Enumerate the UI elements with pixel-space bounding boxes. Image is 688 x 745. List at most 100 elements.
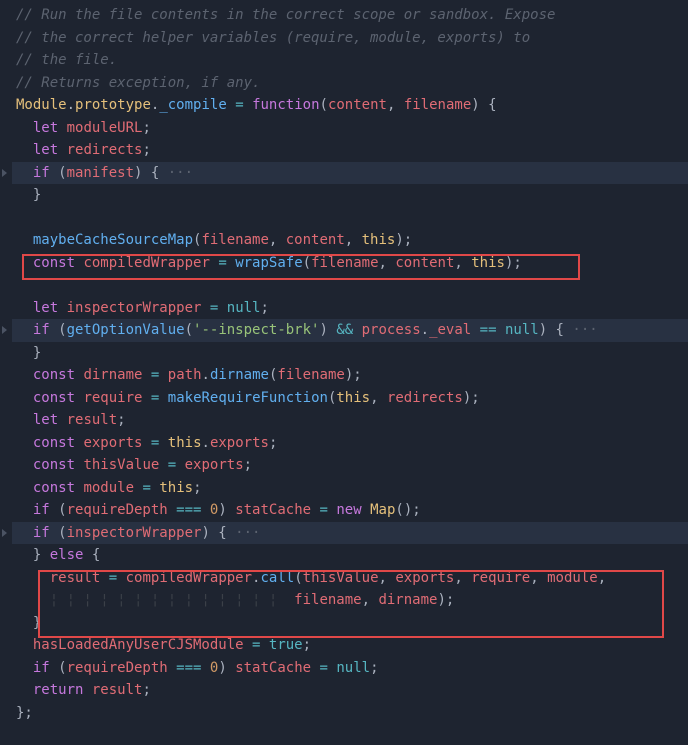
code-token bbox=[201, 502, 209, 518]
code-token: ; bbox=[142, 120, 150, 136]
code-token: thisValue bbox=[303, 570, 379, 586]
code-token: ( bbox=[50, 165, 67, 181]
code-token: require bbox=[471, 570, 530, 586]
code-token: Module bbox=[16, 97, 67, 113]
code-token bbox=[117, 570, 125, 586]
code-token: function bbox=[252, 97, 319, 113]
code-token bbox=[16, 232, 33, 248]
code-token: exports bbox=[395, 570, 454, 586]
code-token: ··· bbox=[227, 525, 261, 541]
code-token: // Run the file contents in the correct … bbox=[16, 7, 555, 23]
code-line: Module.prototype._compile = function(con… bbox=[12, 94, 688, 117]
code-token: const bbox=[33, 255, 75, 271]
code-token: filename bbox=[201, 232, 268, 248]
code-token: ) { bbox=[471, 97, 496, 113]
code-token bbox=[16, 300, 33, 316]
code-token bbox=[159, 457, 167, 473]
code-token: statCache bbox=[235, 660, 311, 676]
code-token bbox=[16, 390, 33, 406]
code-token: const bbox=[33, 435, 75, 451]
code-line: ¦ ¦ ¦ ¦ ¦ ¦ ¦ ¦ ¦ ¦ ¦ ¦ ¦ ¦ filename, di… bbox=[12, 589, 688, 612]
code-token bbox=[16, 412, 33, 428]
code-token: exports bbox=[185, 457, 244, 473]
code-token bbox=[16, 120, 33, 136]
code-token: redirects bbox=[387, 390, 463, 406]
code-token: , bbox=[379, 255, 396, 271]
code-token: === bbox=[176, 502, 201, 518]
code-token: ) bbox=[218, 502, 235, 518]
code-token bbox=[168, 660, 176, 676]
code-token: ¦ ¦ ¦ ¦ ¦ ¦ ¦ ¦ ¦ ¦ ¦ ¦ ¦ ¦ bbox=[16, 592, 294, 608]
code-token: ( bbox=[50, 660, 67, 676]
code-token: }; bbox=[16, 705, 33, 721]
code-token bbox=[176, 457, 184, 473]
code-token: dirname bbox=[378, 592, 437, 608]
code-line: } bbox=[12, 342, 688, 365]
code-line: }; bbox=[12, 702, 688, 725]
code-token: ; bbox=[193, 480, 201, 496]
code-line: if (manifest) { ··· bbox=[12, 162, 688, 185]
code-token: if bbox=[33, 660, 50, 676]
fold-indicator-icon[interactable] bbox=[2, 326, 7, 334]
code-token bbox=[16, 480, 33, 496]
code-token: require bbox=[83, 390, 142, 406]
code-token: ( bbox=[294, 570, 302, 586]
code-token: ; bbox=[269, 435, 277, 451]
code-line: hasLoadedAnyUserCJSModule = true; bbox=[12, 634, 688, 657]
code-token: ( bbox=[50, 525, 67, 541]
code-line: } bbox=[12, 612, 688, 635]
code-token: && bbox=[336, 322, 353, 338]
code-token: // the file. bbox=[16, 52, 117, 68]
code-line: } bbox=[12, 184, 688, 207]
code-token: moduleURL bbox=[67, 120, 143, 136]
code-line: // the file. bbox=[12, 49, 688, 72]
code-token: ) { bbox=[539, 322, 564, 338]
code-line: const compiledWrapper = wrapSafe(filenam… bbox=[12, 252, 688, 275]
code-token: manifest bbox=[67, 165, 134, 181]
code-token: } bbox=[16, 187, 41, 203]
code-token: let bbox=[33, 412, 58, 428]
code-token bbox=[362, 502, 370, 518]
code-token: , bbox=[530, 570, 547, 586]
code-token: == bbox=[480, 322, 497, 338]
code-token bbox=[16, 142, 33, 158]
code-token bbox=[16, 255, 33, 271]
code-token bbox=[16, 637, 33, 653]
code-token: if bbox=[33, 525, 50, 541]
code-token: ··· bbox=[159, 165, 193, 181]
code-token: ); bbox=[505, 255, 522, 271]
code-token: ) { bbox=[134, 165, 159, 181]
code-token bbox=[218, 300, 226, 316]
code-token: . bbox=[421, 322, 429, 338]
code-line: const thisValue = exports; bbox=[12, 454, 688, 477]
code-token: . bbox=[67, 97, 75, 113]
code-token bbox=[16, 435, 33, 451]
code-token: else bbox=[50, 547, 84, 563]
code-token bbox=[16, 502, 33, 518]
code-token: = bbox=[168, 457, 176, 473]
code-token: ( bbox=[303, 255, 311, 271]
fold-indicator-icon[interactable] bbox=[2, 169, 7, 177]
code-token: filename bbox=[311, 255, 378, 271]
code-token: wrapSafe bbox=[235, 255, 302, 271]
code-token bbox=[142, 367, 150, 383]
code-token: module bbox=[547, 570, 598, 586]
code-token: return bbox=[33, 682, 84, 698]
code-token: process bbox=[362, 322, 421, 338]
code-token bbox=[227, 97, 235, 113]
code-token bbox=[201, 300, 209, 316]
fold-indicator-icon[interactable] bbox=[2, 529, 7, 537]
code-token: true bbox=[269, 637, 303, 653]
code-block: // Run the file contents in the correct … bbox=[12, 4, 688, 724]
code-line: let redirects; bbox=[12, 139, 688, 162]
code-token: '--inspect-brk' bbox=[193, 322, 319, 338]
code-token: result bbox=[50, 570, 101, 586]
code-token: = bbox=[320, 502, 328, 518]
code-token bbox=[16, 165, 33, 181]
code-token: content bbox=[286, 232, 345, 248]
code-token bbox=[16, 367, 33, 383]
code-token bbox=[142, 390, 150, 406]
code-token: exports bbox=[83, 435, 142, 451]
code-token: Map bbox=[370, 502, 395, 518]
code-token: new bbox=[336, 502, 361, 518]
